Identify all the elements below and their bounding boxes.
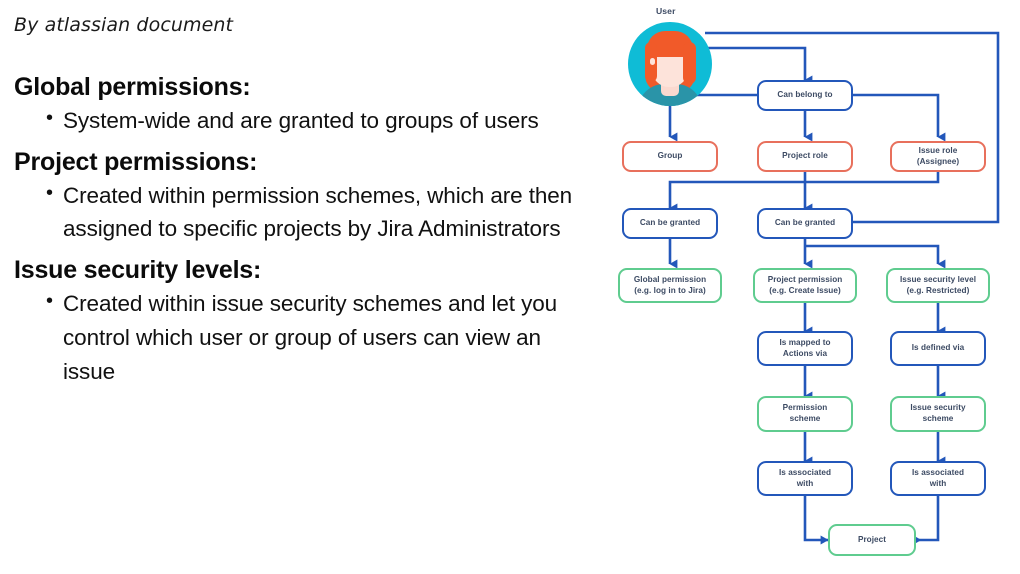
node-issue-security-level[interactable]: Issue security level (e.g. Restricted) [886, 268, 990, 303]
bullet-list: Created within issue security schemes an… [14, 286, 580, 388]
node-label-line2: scheme [922, 414, 954, 423]
node-label-line2: (e.g. Create Issue) [769, 285, 841, 295]
node-label-line1: Is associated [778, 467, 832, 477]
node-label: Can be granted [639, 218, 701, 228]
node-label-line2: with [929, 478, 947, 488]
node-issue-role[interactable]: Issue role (Assignee) [890, 141, 986, 172]
byline: By atlassian document [14, 14, 234, 36]
bullet-list: System-wide and are granted to groups of… [14, 103, 580, 138]
avatar-ear [650, 58, 655, 65]
jira-permissions-flowchart: User Can belong to Group Project role Is… [600, 0, 1020, 574]
node-is-defined-via[interactable]: Is defined via [890, 331, 986, 366]
slide-root: By atlassian document Global permissions… [0, 0, 1020, 574]
section-project-permissions: Project permissions: Created within perm… [14, 146, 580, 247]
node-label-line1: Project permission [767, 274, 843, 284]
section-heading: Project permissions: [14, 147, 258, 176]
node-global-permission[interactable]: Global permission (e.g. log in to Jira) [618, 268, 722, 303]
node-is-associated-with-security[interactable]: Is associated with [890, 461, 986, 496]
node-label-line1: Global permission [633, 274, 707, 284]
section-heading: Issue security levels: [14, 256, 262, 285]
text-panel: By atlassian document Global permissions… [0, 0, 600, 574]
node-label: Project [857, 534, 887, 544]
section-issue-security-levels: Issue security levels: Created within is… [14, 254, 580, 388]
list-item: Created within issue security schemes an… [46, 286, 580, 388]
node-label-line2: Actions via [782, 348, 828, 358]
node-label-line2: with [796, 478, 814, 488]
section-global-permissions: Global permissions: System-wide and are … [14, 71, 580, 138]
node-label-line2: (e.g. Restricted) [906, 285, 970, 295]
list-item: System-wide and are granted to groups of… [46, 103, 580, 138]
node-label-line2: (e.g. log in to Jira) [634, 285, 706, 295]
section-heading: Global permissions: [14, 72, 251, 101]
user-caption: User [656, 6, 676, 16]
node-can-belong-to[interactable]: Can belong to [757, 80, 853, 111]
node-label-line1: Permission [782, 403, 828, 413]
bullet-list: Created within permission schemes, which… [14, 178, 580, 247]
node-label: Project role [782, 151, 828, 161]
node-label: Group [657, 151, 683, 161]
node-project-role[interactable]: Project role [757, 141, 853, 172]
node-label: Can belong to [777, 90, 833, 100]
list-item: Created within permission schemes, which… [46, 178, 580, 247]
node-label: Is defined via [911, 343, 965, 353]
node-can-be-granted-global[interactable]: Can be granted [622, 208, 718, 239]
node-project-permission[interactable]: Project permission (e.g. Create Issue) [753, 268, 857, 303]
node-label-line2: (Assignee) [916, 156, 960, 166]
node-group[interactable]: Group [622, 141, 718, 172]
avatar-hair-right [683, 42, 696, 84]
node-label-line1: Issue security level [899, 274, 977, 284]
node-permission-scheme[interactable]: Permission scheme [757, 396, 853, 432]
node-label-line2: scheme [789, 414, 821, 423]
node-label-line1: Is mapped to [779, 337, 831, 347]
user-avatar-icon [628, 22, 712, 106]
node-label-line1: Issue security [910, 403, 966, 413]
node-project[interactable]: Project [828, 524, 916, 556]
node-label: Can be granted [774, 218, 836, 228]
node-can-be-granted-project[interactable]: Can be granted [757, 208, 853, 239]
node-label-line1: Issue role [918, 145, 958, 155]
node-label-line1: Is associated [911, 467, 965, 477]
node-issue-security-scheme[interactable]: Issue security scheme [890, 396, 986, 432]
node-is-mapped-to-actions-via[interactable]: Is mapped to Actions via [757, 331, 853, 366]
node-is-associated-with-permission[interactable]: Is associated with [757, 461, 853, 496]
